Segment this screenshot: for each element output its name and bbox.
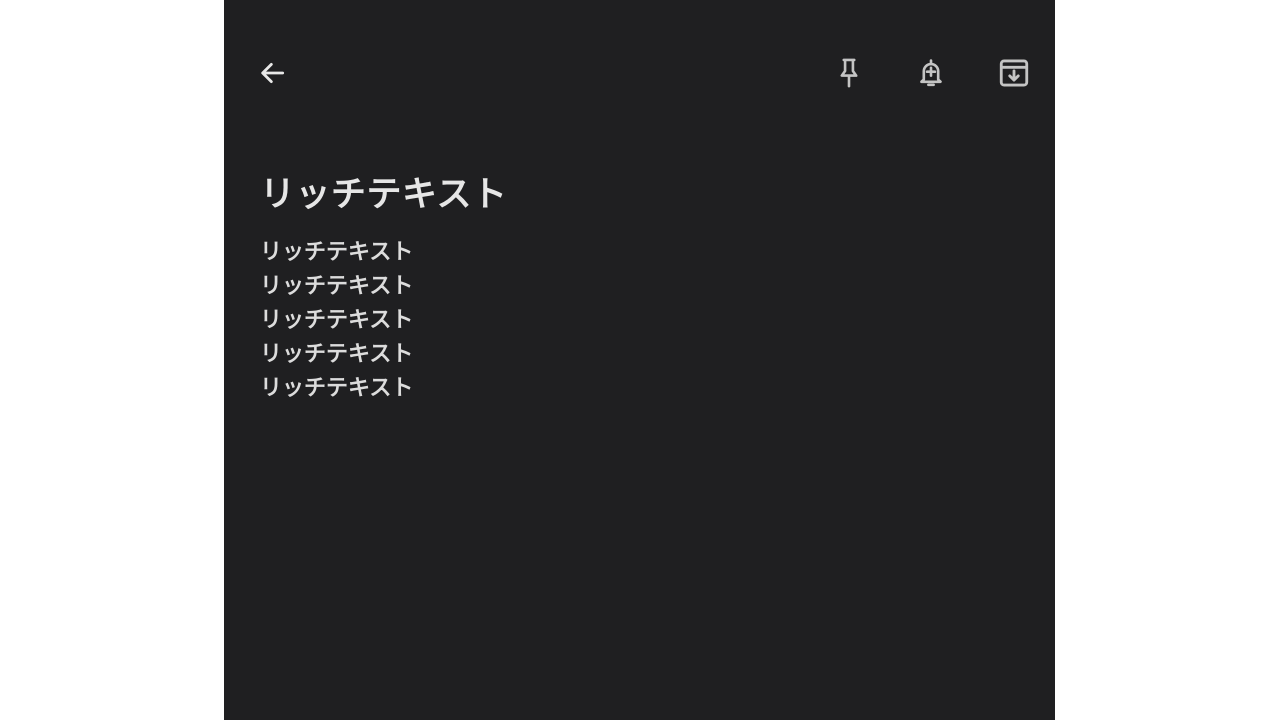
add-alert-bell-icon: [920, 59, 942, 87]
note-body-line: リッチテキスト: [260, 274, 414, 299]
note-body-line: リッチテキスト: [260, 240, 414, 265]
note-editor-screen: リッチテキスト リッチテキスト リッチテキスト リッチテキスト リッチテキスト …: [224, 0, 1055, 720]
archive-box-icon: [999, 59, 1029, 87]
note-body[interactable]: リッチテキスト リッチテキスト リッチテキスト リッチテキスト リッチテキスト: [260, 236, 413, 406]
note-body-line: リッチテキスト: [260, 376, 414, 401]
top-toolbar: [224, 0, 1055, 140]
pin-icon: [840, 58, 858, 88]
pin-button[interactable]: [827, 51, 871, 95]
reminder-button[interactable]: [909, 51, 953, 95]
back-button[interactable]: [250, 51, 294, 95]
arrow-back-icon: [261, 62, 285, 84]
archive-button[interactable]: [992, 51, 1036, 95]
note-body-line: リッチテキスト: [260, 308, 414, 333]
note-body-line: リッチテキスト: [260, 342, 414, 367]
note-title[interactable]: リッチテキスト: [260, 166, 507, 217]
